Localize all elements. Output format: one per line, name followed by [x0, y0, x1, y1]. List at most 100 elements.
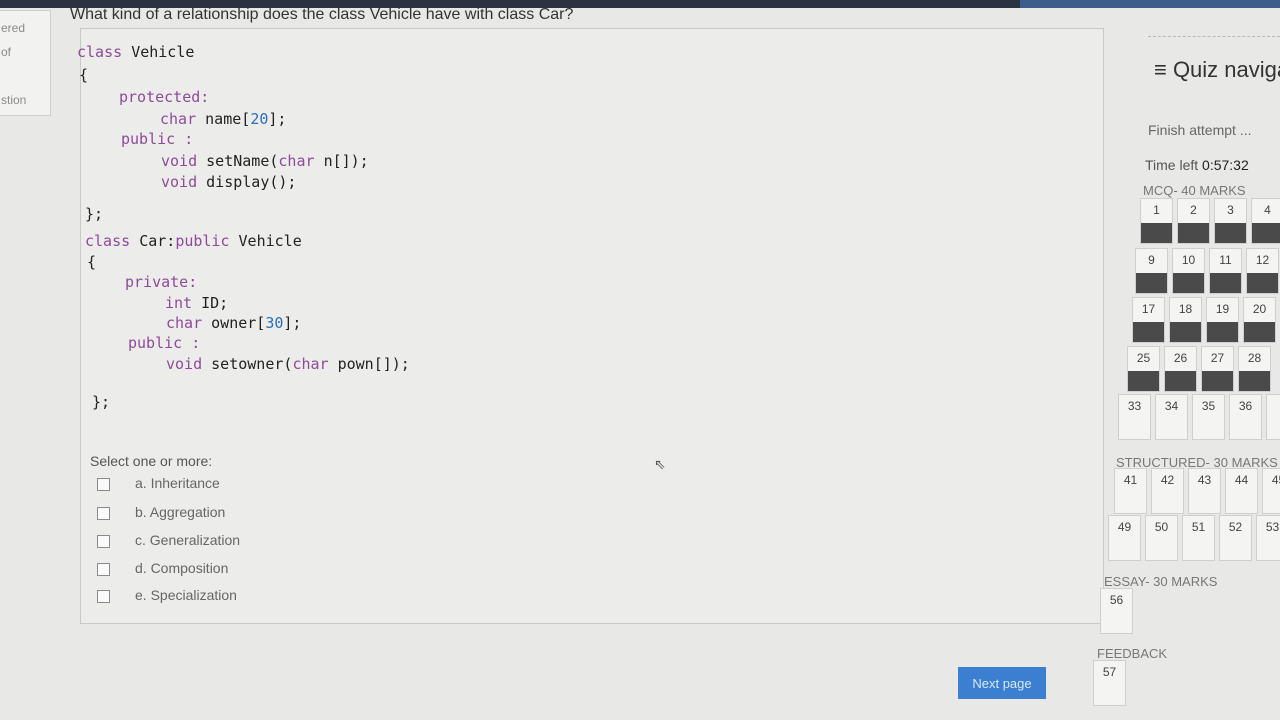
question-number: 17 [1141, 302, 1156, 316]
code-token: setName( [206, 152, 279, 170]
code-token: ]; [283, 314, 302, 332]
answer-checkbox[interactable] [97, 478, 110, 491]
question-nav-button[interactable]: 26 [1164, 346, 1197, 392]
nav-section-label: ESSAY- 30 MARKS [1104, 574, 1218, 589]
question-number: 36 [1238, 399, 1253, 413]
question-number: 20 [1252, 302, 1267, 316]
divider [1148, 36, 1280, 37]
answer-checkbox[interactable] [97, 563, 110, 576]
question-nav-button[interactable]: 10 [1172, 248, 1205, 294]
code-line: public : [128, 334, 200, 352]
code-token: pown[]); [337, 355, 410, 373]
question-nav-button[interactable]: 50 [1145, 515, 1178, 561]
question-number: 27 [1210, 351, 1225, 365]
code-token: public : [128, 334, 201, 352]
code-line: }; [85, 205, 103, 223]
question-number: 3 [1227, 203, 1234, 217]
question-nav-button[interactable]: 4 [1251, 198, 1280, 244]
question-nav-button[interactable]: 25 [1127, 346, 1160, 392]
question-nav-button[interactable]: 2 [1177, 198, 1210, 244]
code-line: int ID; [165, 294, 228, 312]
answered-indicator [1178, 223, 1209, 243]
question-number: 10 [1181, 253, 1196, 267]
question-number: 28 [1247, 351, 1262, 365]
question-number: 49 [1117, 520, 1132, 534]
question-nav-button[interactable]: 42 [1151, 468, 1184, 514]
info-line-2: of [1, 45, 12, 59]
code-token: }; [85, 205, 104, 223]
code-token: public : [121, 130, 194, 148]
answer-checkbox[interactable] [97, 590, 110, 603]
question-nav-button[interactable]: 53 [1256, 515, 1280, 561]
question-nav-button[interactable]: 33 [1118, 394, 1151, 440]
code-line: void setName(char n[]); [161, 152, 369, 170]
code-token: protected: [119, 88, 210, 106]
next-page-button[interactable]: Next page [958, 667, 1046, 699]
answered-indicator [1239, 371, 1270, 391]
code-token: }; [92, 393, 111, 411]
question-nav-button[interactable]: 9 [1135, 248, 1168, 294]
question-number: 45 [1271, 473, 1280, 487]
question-nav-button[interactable]: 43 [1188, 468, 1221, 514]
question-number: 11 [1219, 253, 1232, 267]
answered-indicator [1202, 371, 1233, 391]
answered-indicator [1136, 273, 1167, 293]
question-number: 26 [1173, 351, 1188, 365]
question-nav-button[interactable]: 56 [1100, 588, 1133, 634]
code-token: char [166, 314, 212, 332]
answer-label: e. Specialization [135, 587, 237, 603]
question-text: What kind of a relationship does the cla… [70, 6, 574, 23]
info-line-3: stion [1, 93, 27, 107]
question-nav-button[interactable]: 17 [1132, 297, 1165, 343]
info-line-1: ered [1, 21, 26, 35]
question-nav-button[interactable]: 11 [1209, 248, 1242, 294]
question-nav-button[interactable]: 27 [1201, 346, 1234, 392]
question-number: 12 [1255, 253, 1270, 267]
question-nav-button[interactable]: 44 [1225, 468, 1258, 514]
code-token: 20 [250, 110, 269, 128]
code-line: char owner[30]; [166, 314, 301, 332]
question-nav-button[interactable]: 52 [1219, 515, 1252, 561]
nav-section-label: FEEDBACK [1097, 646, 1168, 661]
code-line: protected: [119, 88, 209, 106]
finish-attempt-link[interactable]: Finish attempt ... [1148, 122, 1251, 138]
code-token: void [161, 152, 207, 170]
question-nav-button[interactable]: 41 [1114, 468, 1147, 514]
select-instruction: Select one or more: [90, 453, 213, 469]
question-nav-button[interactable] [1266, 394, 1280, 440]
question-nav-button[interactable]: 19 [1206, 297, 1239, 343]
question-nav-button[interactable]: 34 [1155, 394, 1188, 440]
question-number: 42 [1160, 473, 1175, 487]
code-token: public [175, 232, 239, 250]
question-nav-button[interactable]: 28 [1238, 346, 1271, 392]
question-number: 50 [1154, 520, 1169, 534]
code-line: char name[20]; [160, 110, 286, 128]
code-token: char [160, 110, 206, 128]
question-nav-button[interactable]: 35 [1192, 394, 1225, 440]
answered-indicator [1244, 322, 1275, 342]
question-nav-button[interactable]: 36 [1229, 394, 1262, 440]
code-line: public : [121, 130, 193, 148]
answer-checkbox[interactable] [97, 507, 110, 520]
code-line: private: [125, 273, 197, 291]
question-nav-button[interactable]: 51 [1182, 515, 1215, 561]
answer-label: a. Inheritance [135, 475, 220, 491]
question-nav-button[interactable]: 45 [1262, 468, 1280, 514]
code-line: { [87, 253, 96, 271]
code-token: display(); [206, 173, 297, 191]
question-nav-button[interactable]: 49 [1108, 515, 1141, 561]
question-nav-button[interactable]: 18 [1169, 297, 1202, 343]
question-nav-button[interactable]: 3 [1214, 198, 1247, 244]
question-nav-button[interactable]: 12 [1246, 248, 1279, 294]
code-token: 30 [265, 314, 284, 332]
question-number: 4 [1264, 203, 1271, 217]
question-nav-button[interactable]: 20 [1243, 297, 1276, 343]
code-token: int [165, 294, 202, 312]
time-left-label: Time left [1145, 157, 1203, 173]
question-nav-button[interactable]: 1 [1140, 198, 1173, 244]
code-token: owner[ [211, 314, 266, 332]
question-nav-button[interactable]: 57 [1093, 660, 1126, 706]
code-token: ]; [268, 110, 287, 128]
answered-indicator [1133, 322, 1164, 342]
answer-checkbox[interactable] [97, 535, 110, 548]
